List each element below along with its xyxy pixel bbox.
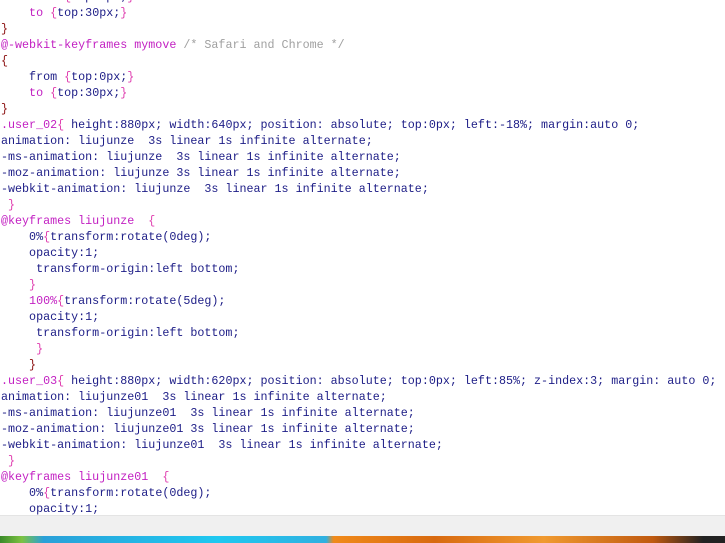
code-token: } [1, 342, 44, 356]
code-line: from {top:0px;} [1, 69, 716, 85]
code-line: } [1, 341, 716, 357]
code-token: opacity:1; [1, 502, 100, 515]
code-token: from [1, 0, 64, 4]
code-line: opacity:1; [1, 309, 716, 325]
code-token: opacity:1; [1, 310, 100, 324]
code-line: 0%{transform:rotate(0deg); [1, 229, 716, 245]
code-token: animation: liujunze 3s linear 1s infinit… [1, 134, 373, 148]
code-line: { [1, 53, 716, 69]
code-line: @-webkit-keyframes mymove /* Safari and … [1, 37, 716, 53]
code-token: -webkit-animation: liujunze01 3s linear … [1, 438, 443, 452]
code-token: } [127, 0, 134, 4]
code-line: .user_03{ height:880px; width:620px; pos… [1, 373, 716, 389]
code-token: { [148, 214, 156, 228]
code-line: } [1, 357, 716, 373]
code-line: opacity:1; [1, 245, 716, 261]
code-line: -ms-animation: liujunze01 3s linear 1s i… [1, 405, 716, 421]
code-token: } [120, 6, 128, 20]
code-token: { [162, 470, 170, 484]
code-line: animation: liujunze 3s linear 1s infinit… [1, 133, 716, 149]
code-token: transform-origin:left bottom; [1, 262, 240, 276]
code-token: } [1, 454, 16, 468]
code-line: @keyframes liujunze01 { [1, 469, 716, 485]
code-line: transform-origin:left bottom; [1, 325, 716, 341]
code-token: } [127, 70, 135, 84]
code-token: -moz-animation: liujunze01 3s linear 1s … [1, 422, 415, 436]
code-token: to [1, 86, 51, 100]
code-token: top:0px; [71, 70, 128, 84]
status-bar [0, 515, 725, 537]
code-token: 0% [1, 486, 44, 500]
code-token: 100% [1, 294, 58, 308]
taskbar[interactable] [0, 536, 725, 543]
code-token: -ms-animation: liujunze01 3s linear 1s i… [1, 406, 415, 420]
code-token: -webkit-animation: liujunze 3s linear 1s… [1, 182, 429, 196]
code-token: } [1, 278, 37, 292]
code-line: -moz-animation: liujunze01 3s linear 1s … [1, 421, 716, 437]
code-token: } [120, 86, 128, 100]
code-line: -webkit-animation: liujunze01 3s linear … [1, 437, 716, 453]
code-lines: from {top:0px;} to {top:30px;}}@-webkit-… [1, 0, 716, 515]
code-line: transform-origin:left bottom; [1, 261, 716, 277]
code-line: opacity:1; [1, 501, 716, 515]
code-line: to {top:30px;} [1, 85, 716, 101]
code-line: } [1, 197, 716, 213]
code-token: top:30px; [57, 6, 121, 20]
code-token: -moz-animation: liujunze 3s linear 1s in… [1, 166, 401, 180]
code-line: -ms-animation: liujunze 3s linear 1s inf… [1, 149, 716, 165]
code-token: } [1, 198, 16, 212]
code-editor[interactable]: from {top:0px;} to {top:30px;}}@-webkit-… [0, 0, 725, 515]
code-token: { [1, 54, 9, 68]
code-line: to {top:30px;} [1, 5, 716, 21]
code-token: to [1, 6, 51, 20]
code-token: animation: liujunze01 3s linear 1s infin… [1, 390, 387, 404]
code-line: } [1, 453, 716, 469]
code-line: @keyframes liujunze { [1, 213, 716, 229]
code-token: .user_03 [1, 374, 58, 388]
code-token: opacity:1; [1, 246, 100, 260]
code-token: } [1, 102, 9, 116]
code-token: top:0px; [71, 0, 127, 4]
code-token: @keyframes liujunze [1, 214, 149, 228]
code-line: 0%{transform:rotate(0deg); [1, 485, 716, 501]
code-line: -webkit-animation: liujunze 3s linear 1s… [1, 181, 716, 197]
code-token: from [1, 70, 65, 84]
code-token: 0% [1, 230, 44, 244]
code-line: -moz-animation: liujunze 3s linear 1s in… [1, 165, 716, 181]
code-token: transform-origin:left bottom; [1, 326, 240, 340]
code-token: @keyframes liujunze01 [1, 470, 163, 484]
code-token: } [1, 358, 37, 372]
code-line: .user_02{ height:880px; width:640px; pos… [1, 117, 716, 133]
code-line: 100%{transform:rotate(5deg); [1, 293, 716, 309]
code-line: animation: liujunze01 3s linear 1s infin… [1, 389, 716, 405]
code-token: } [1, 22, 9, 36]
code-token: transform:rotate(5deg); [64, 294, 226, 308]
code-line: } [1, 277, 716, 293]
code-token: -ms-animation: liujunze 3s linear 1s inf… [1, 150, 401, 164]
code-token: transform:rotate(0deg); [50, 230, 212, 244]
code-token: transform:rotate(0deg); [50, 486, 212, 500]
code-token: /* Safari and Chrome */ [183, 38, 345, 52]
code-line: } [1, 101, 716, 117]
code-token: top:30px; [57, 86, 121, 100]
code-token: height:880px; width:640px; position: abs… [64, 118, 640, 132]
code-token: .user_02 [1, 118, 58, 132]
code-token: height:880px; width:620px; position: abs… [64, 374, 717, 388]
code-token: @-webkit-keyframes mymove [1, 38, 184, 52]
code-line: } [1, 21, 716, 37]
